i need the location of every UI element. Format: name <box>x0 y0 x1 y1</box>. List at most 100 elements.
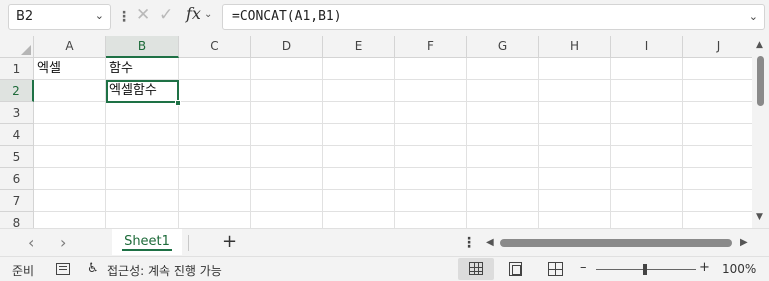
row-header-2[interactable]: 2 <box>0 80 34 102</box>
cell-h1[interactable] <box>539 58 611 80</box>
cell-d6[interactable] <box>251 168 323 190</box>
scroll-down-icon[interactable]: ▼ <box>756 212 763 222</box>
cell-i2[interactable] <box>611 80 683 102</box>
cell-f2[interactable] <box>395 80 467 102</box>
cell-i4[interactable] <box>611 124 683 146</box>
cell-a2[interactable] <box>34 80 106 102</box>
cell-c8[interactable] <box>179 212 251 228</box>
cell-h2[interactable] <box>539 80 611 102</box>
close-icon[interactable]: ✕ <box>136 5 150 25</box>
check-icon[interactable]: ✓ <box>159 5 173 25</box>
zoom-in-button[interactable]: + <box>699 260 710 275</box>
cell-f6[interactable] <box>395 168 467 190</box>
column-header-b[interactable]: B <box>106 36 179 58</box>
column-header-a[interactable]: A <box>34 36 106 58</box>
cell-h4[interactable] <box>539 124 611 146</box>
cell-f7[interactable] <box>395 190 467 212</box>
cell-g1[interactable] <box>467 58 539 80</box>
cell-c6[interactable] <box>179 168 251 190</box>
next-sheet-icon[interactable]: › <box>60 233 66 252</box>
cell-e1[interactable] <box>323 58 395 80</box>
row-header-8[interactable]: 8 <box>0 212 34 228</box>
accessibility-icon[interactable]: ♿ <box>87 261 99 276</box>
cell-c4[interactable] <box>179 124 251 146</box>
cell-h5[interactable] <box>539 146 611 168</box>
cell-j4[interactable] <box>683 124 752 146</box>
cell-i6[interactable] <box>611 168 683 190</box>
cell-c1[interactable] <box>179 58 251 80</box>
cell-a5[interactable] <box>34 146 106 168</box>
cell-d7[interactable] <box>251 190 323 212</box>
cell-g3[interactable] <box>467 102 539 124</box>
zoom-level[interactable]: 100% <box>722 262 756 276</box>
macro-recorder-icon[interactable] <box>56 263 70 275</box>
cell-a7[interactable] <box>34 190 106 212</box>
cell-b4[interactable] <box>106 124 179 146</box>
cell-b3[interactable] <box>106 102 179 124</box>
cell-a1[interactable]: 엑셀 <box>34 58 106 80</box>
cell-a8[interactable] <box>34 212 106 228</box>
zoom-slider-thumb[interactable] <box>643 264 647 275</box>
cell-e2[interactable] <box>323 80 395 102</box>
cell-h6[interactable] <box>539 168 611 190</box>
cell-d1[interactable] <box>251 58 323 80</box>
chevron-down-icon[interactable]: ⌄ <box>95 9 104 22</box>
cell-e4[interactable] <box>323 124 395 146</box>
cell-f8[interactable] <box>395 212 467 228</box>
cell-g7[interactable] <box>467 190 539 212</box>
fx-chevron-down-icon[interactable]: ⌄ <box>204 9 212 20</box>
vertical-scrollbar[interactable]: ▲ ▼ <box>752 36 769 228</box>
cell-c5[interactable] <box>179 146 251 168</box>
cell-j1[interactable] <box>683 58 752 80</box>
scroll-right-icon[interactable]: ▶ <box>740 237 748 248</box>
cell-a6[interactable] <box>34 168 106 190</box>
cell-j2[interactable] <box>683 80 752 102</box>
cell-g5[interactable] <box>467 146 539 168</box>
fx-icon[interactable]: fx <box>186 4 201 23</box>
column-header-d[interactable]: D <box>251 36 323 58</box>
column-header-c[interactable]: C <box>179 36 251 58</box>
row-header-3[interactable]: 3 <box>0 102 34 124</box>
row-header-5[interactable]: 5 <box>0 146 34 168</box>
column-header-e[interactable]: E <box>323 36 395 58</box>
column-header-f[interactable]: F <box>395 36 467 58</box>
cell-b7[interactable] <box>106 190 179 212</box>
vertical-scroll-thumb[interactable] <box>757 56 764 106</box>
cell-b6[interactable] <box>106 168 179 190</box>
tab-split-handle[interactable]: ⋮ <box>462 235 476 251</box>
zoom-out-button[interactable]: – <box>580 260 587 275</box>
cell-b8[interactable] <box>106 212 179 228</box>
row-header-7[interactable]: 7 <box>0 190 34 212</box>
row-header-6[interactable]: 6 <box>0 168 34 190</box>
cell-e6[interactable] <box>323 168 395 190</box>
cell-b5[interactable] <box>106 146 179 168</box>
formula-input[interactable]: =CONCAT(A1,B1) ⌄ <box>222 4 765 30</box>
cell-i5[interactable] <box>611 146 683 168</box>
accessibility-status[interactable]: 접근성: 계속 진행 가능 <box>107 262 222 279</box>
cell-f1[interactable] <box>395 58 467 80</box>
cell-c3[interactable] <box>179 102 251 124</box>
cell-b2[interactable]: 엑셀함수 <box>106 80 179 102</box>
normal-view-button[interactable] <box>458 258 494 280</box>
cell-c7[interactable] <box>179 190 251 212</box>
cell-j6[interactable] <box>683 168 752 190</box>
cell-g8[interactable] <box>467 212 539 228</box>
cell-i7[interactable] <box>611 190 683 212</box>
cell-f3[interactable] <box>395 102 467 124</box>
column-header-h[interactable]: H <box>539 36 611 58</box>
cell-g6[interactable] <box>467 168 539 190</box>
cell-a3[interactable] <box>34 102 106 124</box>
cell-a4[interactable] <box>34 124 106 146</box>
cell-b1[interactable]: 함수 <box>106 58 179 80</box>
cell-i1[interactable] <box>611 58 683 80</box>
cell-i8[interactable] <box>611 212 683 228</box>
horizontal-scroll-thumb[interactable] <box>500 239 732 247</box>
sheet-tab-sheet1[interactable]: Sheet1 <box>112 229 182 255</box>
expand-formula-icon[interactable]: ⌄ <box>749 10 758 23</box>
cell-c2[interactable] <box>179 80 251 102</box>
previous-sheet-icon[interactable]: ‹ <box>28 233 34 252</box>
cell-e3[interactable] <box>323 102 395 124</box>
add-sheet-button[interactable]: + <box>222 231 237 252</box>
cell-j8[interactable] <box>683 212 752 228</box>
select-all-button[interactable] <box>0 36 34 58</box>
